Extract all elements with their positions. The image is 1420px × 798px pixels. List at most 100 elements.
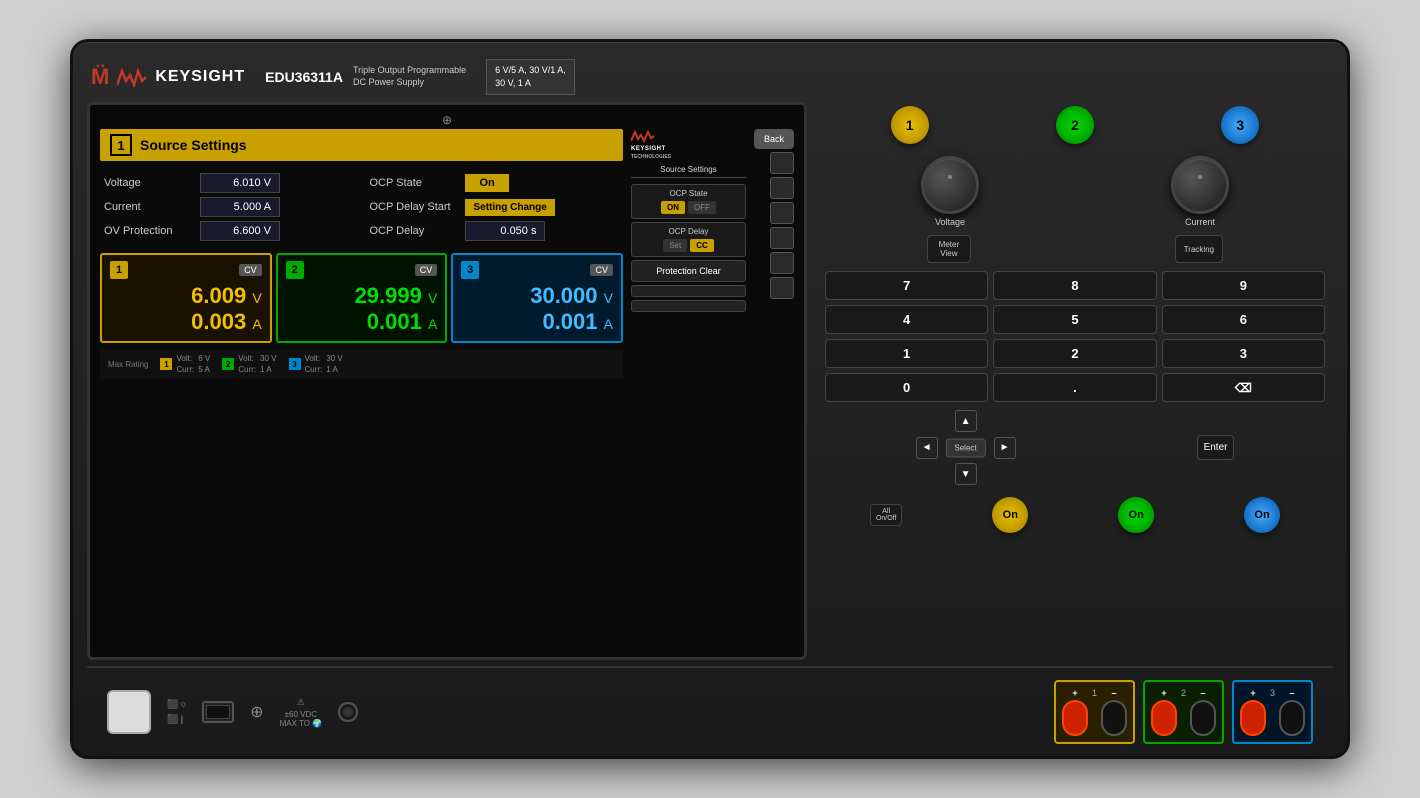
decimal-button[interactable]: .: [993, 373, 1156, 402]
ch2-cv-badge: CV: [415, 264, 438, 276]
current-knob-indicator: [1198, 175, 1202, 179]
ocp-state-side-title: OCP State: [636, 189, 741, 198]
ch1-badge: 1: [110, 261, 128, 279]
voltage-knob-group: Voltage: [921, 156, 979, 227]
rating-ch1-values: 6 V 5 A: [198, 353, 210, 375]
model-info: EDU36311A: [265, 69, 343, 85]
enter-button[interactable]: Enter: [1197, 435, 1235, 460]
rating-ch2-values: 30 V 1 A: [260, 353, 276, 375]
select-button[interactable]: Select: [945, 438, 985, 457]
soft-btn-2[interactable]: [770, 177, 794, 199]
rating-ch3-num: 3: [289, 358, 301, 370]
nav-right-arrow[interactable]: ►: [994, 437, 1016, 459]
current-knob-group: Current: [1171, 156, 1229, 227]
terminal-1-negative: [1101, 700, 1127, 736]
current-knob[interactable]: [1171, 156, 1229, 214]
voltage-knob-label: Voltage: [935, 217, 965, 227]
channel-3-display: 3 CV 30.000 V 0.001 A: [451, 253, 623, 343]
ocp-set-cc-toggle: Set CC: [636, 239, 741, 252]
specs-box: 6 V/5 A, 30 V/1 A, 30 V, 1 A: [486, 59, 575, 94]
ch3-on-button[interactable]: On: [1244, 497, 1280, 533]
channel-2-button[interactable]: 2: [1056, 106, 1094, 144]
protection-clear-button[interactable]: Protection Clear: [631, 260, 746, 282]
soft-btn-7[interactable]: [770, 252, 794, 274]
meter-view-button[interactable]: MeterView: [927, 235, 971, 263]
ch3-current: 0.001 A: [461, 309, 613, 335]
soft-btn-4[interactable]: [770, 227, 794, 249]
ch1-voltage-unit: V: [252, 290, 261, 306]
num-7-button[interactable]: 7: [825, 271, 988, 300]
usb-symbol: ⊕: [250, 702, 263, 722]
num-5-button[interactable]: 5: [993, 305, 1156, 334]
source-settings-nav-label: Source Settings: [631, 165, 746, 178]
soft-btn-3[interactable]: [770, 202, 794, 224]
terminal-2-minus-label: –: [1200, 688, 1205, 698]
ocp-off-button[interactable]: OFF: [688, 201, 716, 214]
back-button[interactable]: Back: [754, 129, 794, 149]
tracking-button[interactable]: Tracking: [1175, 235, 1223, 263]
rating-ch2-text: Volt:Curr:: [238, 353, 256, 375]
ocp-state-side: OCP State ON OFF: [631, 184, 746, 219]
max-rating-label: Max Rating: [108, 360, 148, 369]
terminal-1-num: 1: [1092, 688, 1097, 698]
brand-logo: M̈ KEYSIGHT: [91, 64, 245, 90]
channel-3-button[interactable]: 3: [1221, 106, 1259, 144]
channel-badge: 1: [110, 134, 132, 156]
backspace-button[interactable]: ⌫: [1162, 373, 1325, 402]
soft-btn-5[interactable]: [631, 285, 746, 297]
num-3-button[interactable]: 3: [1162, 339, 1325, 368]
keysight-wave-icon: M̈: [91, 64, 109, 90]
nav-up-arrow[interactable]: ▲: [955, 410, 977, 432]
settings-grid: Voltage 6.010 V OCP State On Current 5.0…: [100, 167, 623, 247]
soft-btn-8[interactable]: [770, 277, 794, 299]
model-description: Triple Output Programmable DC Power Supp…: [353, 65, 466, 88]
rating-ch3-values: 30 V 1 A: [326, 353, 342, 375]
ch3-current-unit: A: [604, 316, 613, 332]
soft-btn-1[interactable]: [770, 152, 794, 174]
soft-buttons-column: Back: [754, 115, 794, 647]
terminal-3-minus-label: –: [1289, 688, 1294, 698]
ch1-voltage: 6.009 V: [110, 283, 262, 309]
all-on-off-button[interactable]: All On/Off: [870, 504, 903, 526]
ch1-on-button[interactable]: On: [992, 497, 1028, 533]
soft-btn-6[interactable]: [631, 300, 746, 312]
ocp-on-button[interactable]: ON: [661, 201, 685, 214]
numpad: 7 8 9 4 5 6 1 2 3 0 . ⌫: [817, 271, 1333, 402]
ch3-voltage-unit: V: [604, 290, 613, 306]
terminal-3-negative: [1279, 700, 1305, 736]
current-label: Current: [104, 201, 194, 213]
ocp-state-row: OCP State On: [369, 173, 619, 193]
bottom-panel: ⬛ ○ ⬛ | ⊕ ⚠ ±60 VDCMAX TO 🌍 + 1: [87, 666, 1333, 756]
ocp-delay-start-label: OCP Delay Start: [369, 201, 459, 213]
ocp-delay-start-value[interactable]: Setting Change: [465, 199, 554, 216]
ocp-cc-button[interactable]: CC: [690, 239, 714, 252]
ch1-header: 1 CV: [110, 261, 262, 279]
terminal-2-plus-label: +: [1161, 688, 1166, 698]
current-knob-label: Current: [1185, 217, 1215, 227]
num-1-button[interactable]: 1: [825, 339, 988, 368]
channel-1-button[interactable]: 1: [891, 106, 929, 144]
ch2-on-button[interactable]: On: [1118, 497, 1154, 533]
ocp-set-button[interactable]: Set: [663, 239, 687, 252]
keysight-wave-svg: [117, 67, 147, 87]
ch2-header: 2 CV: [286, 261, 438, 279]
terminal-group-3: + 3 –: [1232, 680, 1313, 744]
num-2-button[interactable]: 2: [993, 339, 1156, 368]
usb-port: [202, 701, 234, 723]
screen-section: ⊕ 1 Source Settings Voltage 6.010 V: [87, 102, 807, 660]
power-button[interactable]: [107, 690, 151, 734]
voltage-knob[interactable]: [921, 156, 979, 214]
channel-1-display: 1 CV 6.009 V 0.003 A: [100, 253, 272, 343]
nav-down-arrow[interactable]: ▼: [955, 463, 977, 485]
num-6-button[interactable]: 6: [1162, 305, 1325, 334]
num-9-button[interactable]: 9: [1162, 271, 1325, 300]
num-0-button[interactable]: 0: [825, 373, 988, 402]
terminal-group-1: + 1 –: [1054, 680, 1135, 744]
num-4-button[interactable]: 4: [825, 305, 988, 334]
num-8-button[interactable]: 8: [993, 271, 1156, 300]
knob-area: Voltage Current: [817, 156, 1333, 227]
ocp-state-value[interactable]: On: [465, 174, 508, 192]
ch1-current-unit: A: [252, 316, 261, 332]
nav-left-arrow[interactable]: ◄: [916, 437, 938, 459]
audio-jack: [338, 702, 358, 722]
